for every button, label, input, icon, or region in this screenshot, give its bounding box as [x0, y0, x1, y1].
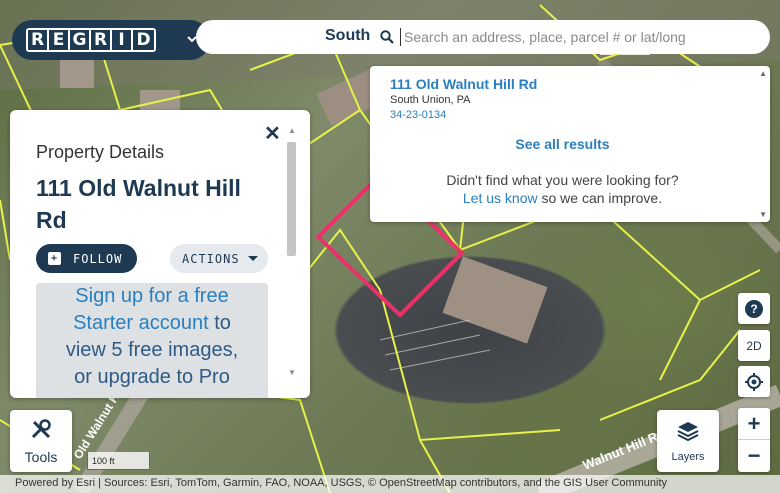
regrid-logo: R E G R I D [26, 28, 156, 52]
property-details-panel: ✕ Property Details 111 Old Walnut Hill R… [10, 110, 310, 398]
not-found-text: Didn't find what you were looking for? [446, 172, 679, 188]
logo-letter: R [28, 30, 49, 50]
scroll-up-arrow-icon[interactable]: ▲ [759, 69, 767, 78]
improve-text: so we can improve. [537, 190, 663, 206]
bookmark-plus-icon: + [48, 252, 61, 265]
close-icon[interactable]: ✕ [264, 124, 281, 144]
upgrade-promo: Sign up for a free Starter account to vi… [36, 283, 268, 398]
help-button[interactable]: ? [738, 293, 770, 324]
crosshair-icon [745, 372, 763, 391]
panel-scrollbar[interactable] [287, 142, 296, 256]
wrench-screwdriver-icon [30, 418, 52, 445]
layers-button[interactable]: Layers [657, 410, 719, 472]
result-location[interactable]: South Union, PA [390, 94, 471, 106]
promo-text: Sign up for a free Starter account to vi… [36, 283, 268, 391]
logo-letter: D [136, 30, 151, 50]
property-title: 111 Old Walnut Hill Rd [36, 175, 241, 233]
zoom-in-button[interactable]: + [738, 408, 770, 440]
map-attribution: Powered by Esri | Sources: Esri, TomTom,… [0, 475, 780, 493]
scroll-up-arrow-icon[interactable]: ▲ [288, 126, 296, 135]
scroll-down-arrow-icon[interactable]: ▼ [288, 368, 296, 377]
result-parcel-id[interactable]: 34-23-0134 [390, 109, 446, 121]
follow-button[interactable]: + FOLLOW [36, 244, 137, 273]
promo-upgrade[interactable]: or upgrade to Pro [36, 364, 268, 391]
promo-to: to [208, 312, 231, 334]
tools-button[interactable]: Tools [10, 410, 72, 472]
let-us-know-link[interactable]: Let us know [463, 190, 538, 206]
search-bar: South [196, 20, 770, 54]
search-box[interactable] [374, 23, 768, 51]
promo-view: view 5 free images, [65, 339, 239, 361]
logo-letter: I [112, 30, 133, 50]
search-input[interactable] [400, 28, 768, 46]
locate-button[interactable] [738, 366, 770, 397]
scale-bar: 100 ft [87, 452, 150, 470]
feedback-line: Let us know so we can improve. [370, 190, 755, 206]
layers-icon [677, 420, 699, 447]
zoom-control: + − [738, 408, 770, 472]
result-title[interactable]: 111 Old Walnut Hill Rd [390, 76, 537, 92]
scroll-down-arrow-icon[interactable]: ▼ [759, 210, 767, 219]
search-results-dropdown: 111 Old Walnut Hill Rd South Union, PA 3… [370, 66, 770, 222]
region-label[interactable]: South [325, 27, 370, 45]
caret-down-icon [247, 256, 258, 261]
view-mode-toggle[interactable]: 2D [738, 330, 770, 361]
zoom-out-button[interactable]: − [738, 440, 770, 472]
logo-letter: E [49, 30, 70, 50]
layers-label: Layers [671, 450, 705, 463]
panel-label: Property Details [36, 142, 165, 162]
actions-label: ACTIONS [182, 251, 240, 266]
search-icon [374, 30, 400, 44]
signup-link[interactable]: Sign up for a free [75, 285, 228, 307]
logo-letter: G [70, 30, 91, 50]
help-icon: ? [745, 299, 763, 318]
regrid-logo-menu[interactable]: R E G R I D [12, 20, 210, 60]
actions-button[interactable]: ACTIONS [170, 244, 268, 273]
follow-label: FOLLOW [73, 251, 123, 266]
tools-label: Tools [24, 448, 58, 465]
logo-letter: R [91, 30, 112, 50]
starter-account-link[interactable]: Starter account [73, 312, 209, 334]
see-all-results-link[interactable]: See all results [370, 136, 755, 152]
